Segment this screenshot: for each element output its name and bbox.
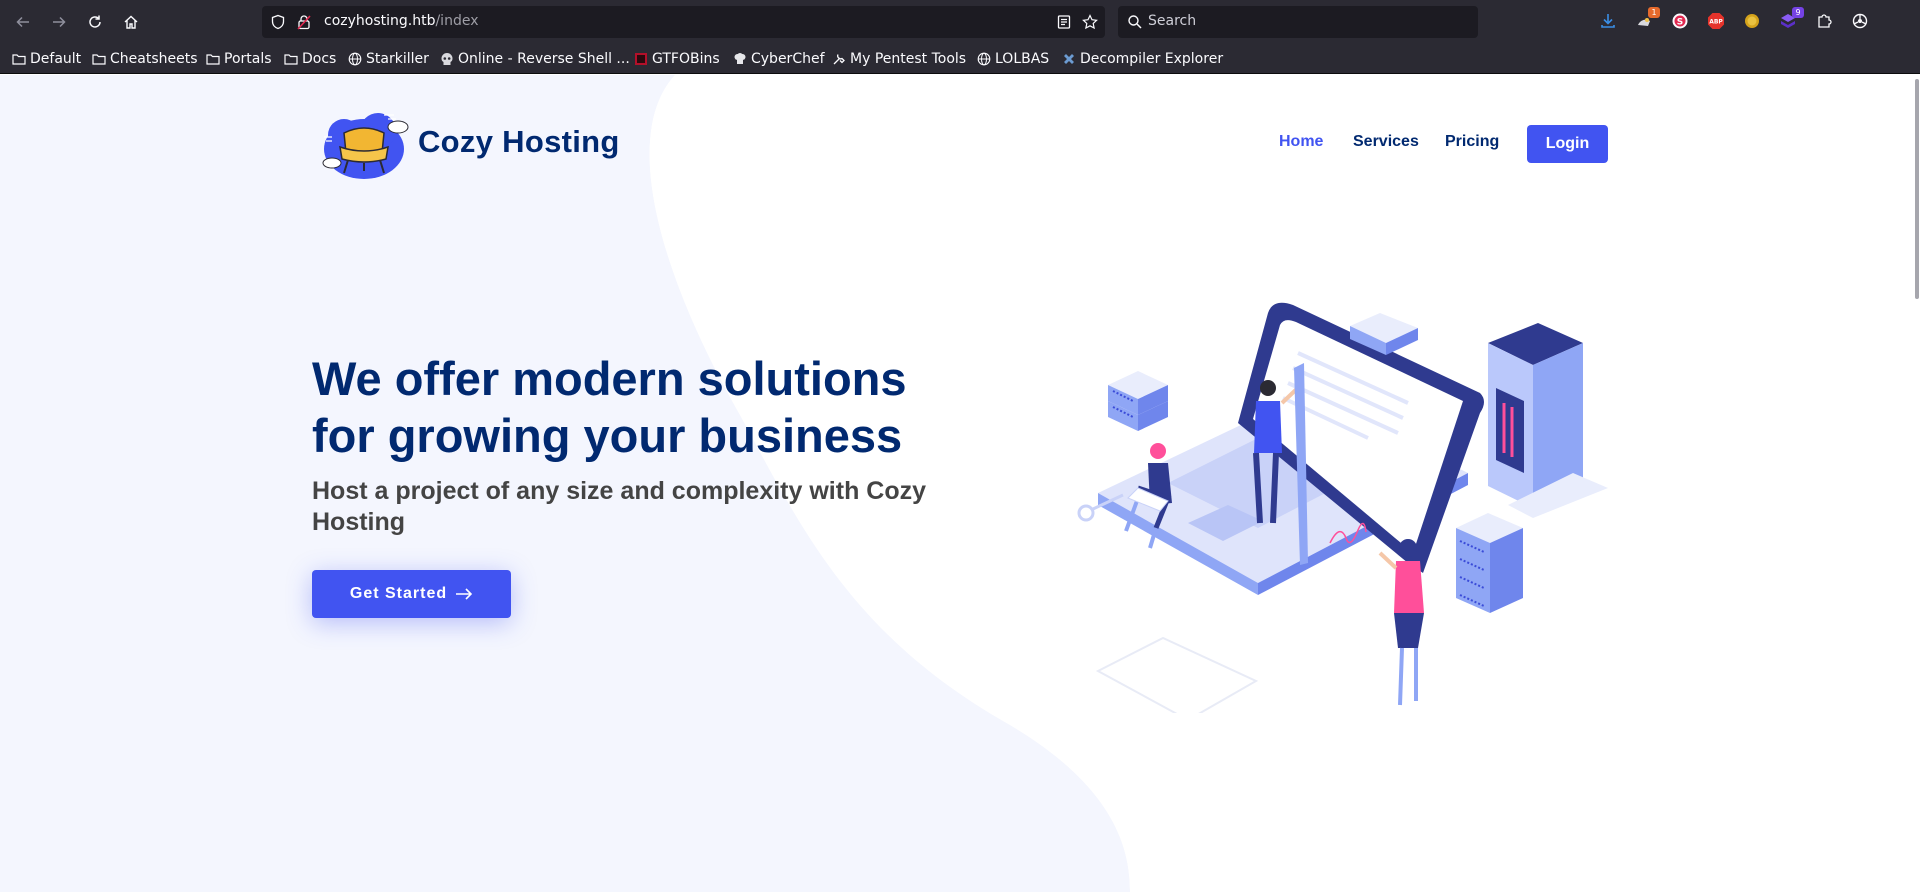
extensions-puzzle-icon <box>1818 14 1832 28</box>
bookmark-starkiller[interactable]: Starkiller <box>348 50 429 68</box>
brand-name[interactable]: Cozy Hosting <box>418 124 620 160</box>
extension-coin-icon <box>1745 14 1759 28</box>
skull-icon <box>441 53 453 65</box>
extension-shield-button[interactable]: 9 <box>1778 7 1804 31</box>
dogbolt-icon <box>1064 54 1074 64</box>
bookmark-lolbas[interactable]: LOLBAS <box>977 50 1049 68</box>
forward-button[interactable] <box>47 10 71 34</box>
back-button[interactable] <box>11 10 35 34</box>
extension-dog-button[interactable]: 1 <box>1634 7 1660 31</box>
bookmark-cheatsheets[interactable]: Cheatsheets <box>92 50 198 68</box>
extensions-button[interactable] <box>1814 11 1834 31</box>
svg-text:S: S <box>1677 18 1683 28</box>
bookmark-label: Docs <box>302 51 337 67</box>
hero-subtitle: Host a project of any size and complexit… <box>312 477 927 536</box>
bookmarks-bar: Default Cheatsheets Portals Docs Starkil… <box>0 44 1920 74</box>
get-started-button[interactable]: Get Started <box>312 570 511 618</box>
bookmark-docs[interactable]: Docs <box>284 50 336 68</box>
extension-wheel-button[interactable] <box>1850 11 1870 31</box>
bookmark-label: Portals <box>224 51 272 67</box>
hero-illustration <box>1077 302 1608 713</box>
extension-wheel-icon <box>1852 13 1868 29</box>
insecure-lock-icon[interactable] <box>296 14 312 30</box>
adblock-plus-button[interactable]: ABP <box>1706 11 1726 31</box>
arrow-right-icon <box>53 16 66 28</box>
bookmark-pentest-tools[interactable]: My Pentest Tools <box>832 50 966 68</box>
login-button[interactable]: Login <box>1527 125 1608 163</box>
globe-icon <box>348 52 362 66</box>
hero-title: We offer modern solutions for growing yo… <box>312 352 907 462</box>
folder-icon <box>206 54 220 65</box>
reload-button[interactable] <box>83 10 107 34</box>
adblock-plus-icon: ABP <box>1708 13 1724 29</box>
browser-toolbar: cozyhosting.htb/index Search 1 S ABP 9 <box>0 0 1920 44</box>
cozy-hosting-logo[interactable] <box>318 105 410 181</box>
downloads-button[interactable] <box>1598 11 1618 31</box>
extension-s-icon: S <box>1672 13 1688 29</box>
folder-icon <box>92 54 106 65</box>
bookmark-portals[interactable]: Portals <box>206 50 272 68</box>
gtfobins-icon <box>635 53 647 65</box>
chef-hat-icon <box>734 53 746 64</box>
bookmark-label: LOLBAS <box>995 51 1050 67</box>
search-placeholder: Search <box>1148 13 1197 29</box>
nav-services[interactable]: Services <box>1353 133 1419 151</box>
home-button[interactable] <box>119 10 143 34</box>
bookmark-gtfobins[interactable]: GTFOBins <box>634 50 720 68</box>
bookmark-label: My Pentest Tools <box>850 51 967 67</box>
folder-icon <box>12 54 26 65</box>
hero-background <box>0 75 1920 892</box>
bookmark-label: Cheatsheets <box>110 51 198 67</box>
downloads-icon <box>1601 14 1615 28</box>
reader-view-icon[interactable] <box>1056 14 1072 30</box>
bookmark-star-icon[interactable] <box>1082 14 1098 30</box>
arrow-left-icon <box>16 16 29 28</box>
url-host: cozyhosting.htb <box>324 13 436 29</box>
bookmark-label: Starkiller <box>366 51 429 67</box>
bookmark-decompiler-explorer[interactable]: Decompiler Explorer <box>1062 50 1223 68</box>
scrollbar-thumb[interactable] <box>1915 79 1919 299</box>
bookmark-reverse-shell[interactable]: Online - Reverse Shell ... <box>440 50 630 68</box>
bookmark-label: Online - Reverse Shell ... <box>458 51 630 67</box>
bookmark-default[interactable]: Default <box>12 50 81 68</box>
home-icon <box>124 15 138 29</box>
url-text: cozyhosting.htb/index <box>324 13 479 29</box>
folder-icon <box>284 54 298 65</box>
tools-icon <box>833 54 845 65</box>
bookmark-label: GTFOBins <box>652 51 720 67</box>
extension-s-button[interactable]: S <box>1670 11 1690 31</box>
page-viewport: Cozy Hosting Home Services Pricing Login… <box>0 75 1920 892</box>
bookmark-label: CyberChef <box>751 51 825 67</box>
url-path: /index <box>435 13 479 29</box>
extension-dog-badge: 1 <box>1648 7 1660 18</box>
address-bar[interactable]: cozyhosting.htb/index <box>262 6 1105 38</box>
nav-pricing[interactable]: Pricing <box>1445 133 1499 151</box>
tracking-shield-icon <box>271 14 285 30</box>
arrow-right-icon <box>456 588 473 600</box>
bookmark-cyberchef[interactable]: CyberChef <box>733 50 825 68</box>
extension-coin-button[interactable] <box>1742 11 1762 31</box>
globe-icon <box>977 52 991 66</box>
bookmark-label: Default <box>30 51 82 67</box>
nav-home[interactable]: Home <box>1279 133 1323 151</box>
get-started-label: Get Started <box>349 585 448 602</box>
search-icon <box>1128 15 1142 29</box>
search-bar[interactable]: Search <box>1118 6 1478 38</box>
extension-shield-badge: 9 <box>1792 7 1804 18</box>
svg-text:ABP: ABP <box>1709 19 1723 26</box>
reload-icon <box>89 15 101 28</box>
bookmark-label: Decompiler Explorer <box>1080 51 1224 67</box>
page-scrollbar[interactable] <box>1914 75 1920 892</box>
